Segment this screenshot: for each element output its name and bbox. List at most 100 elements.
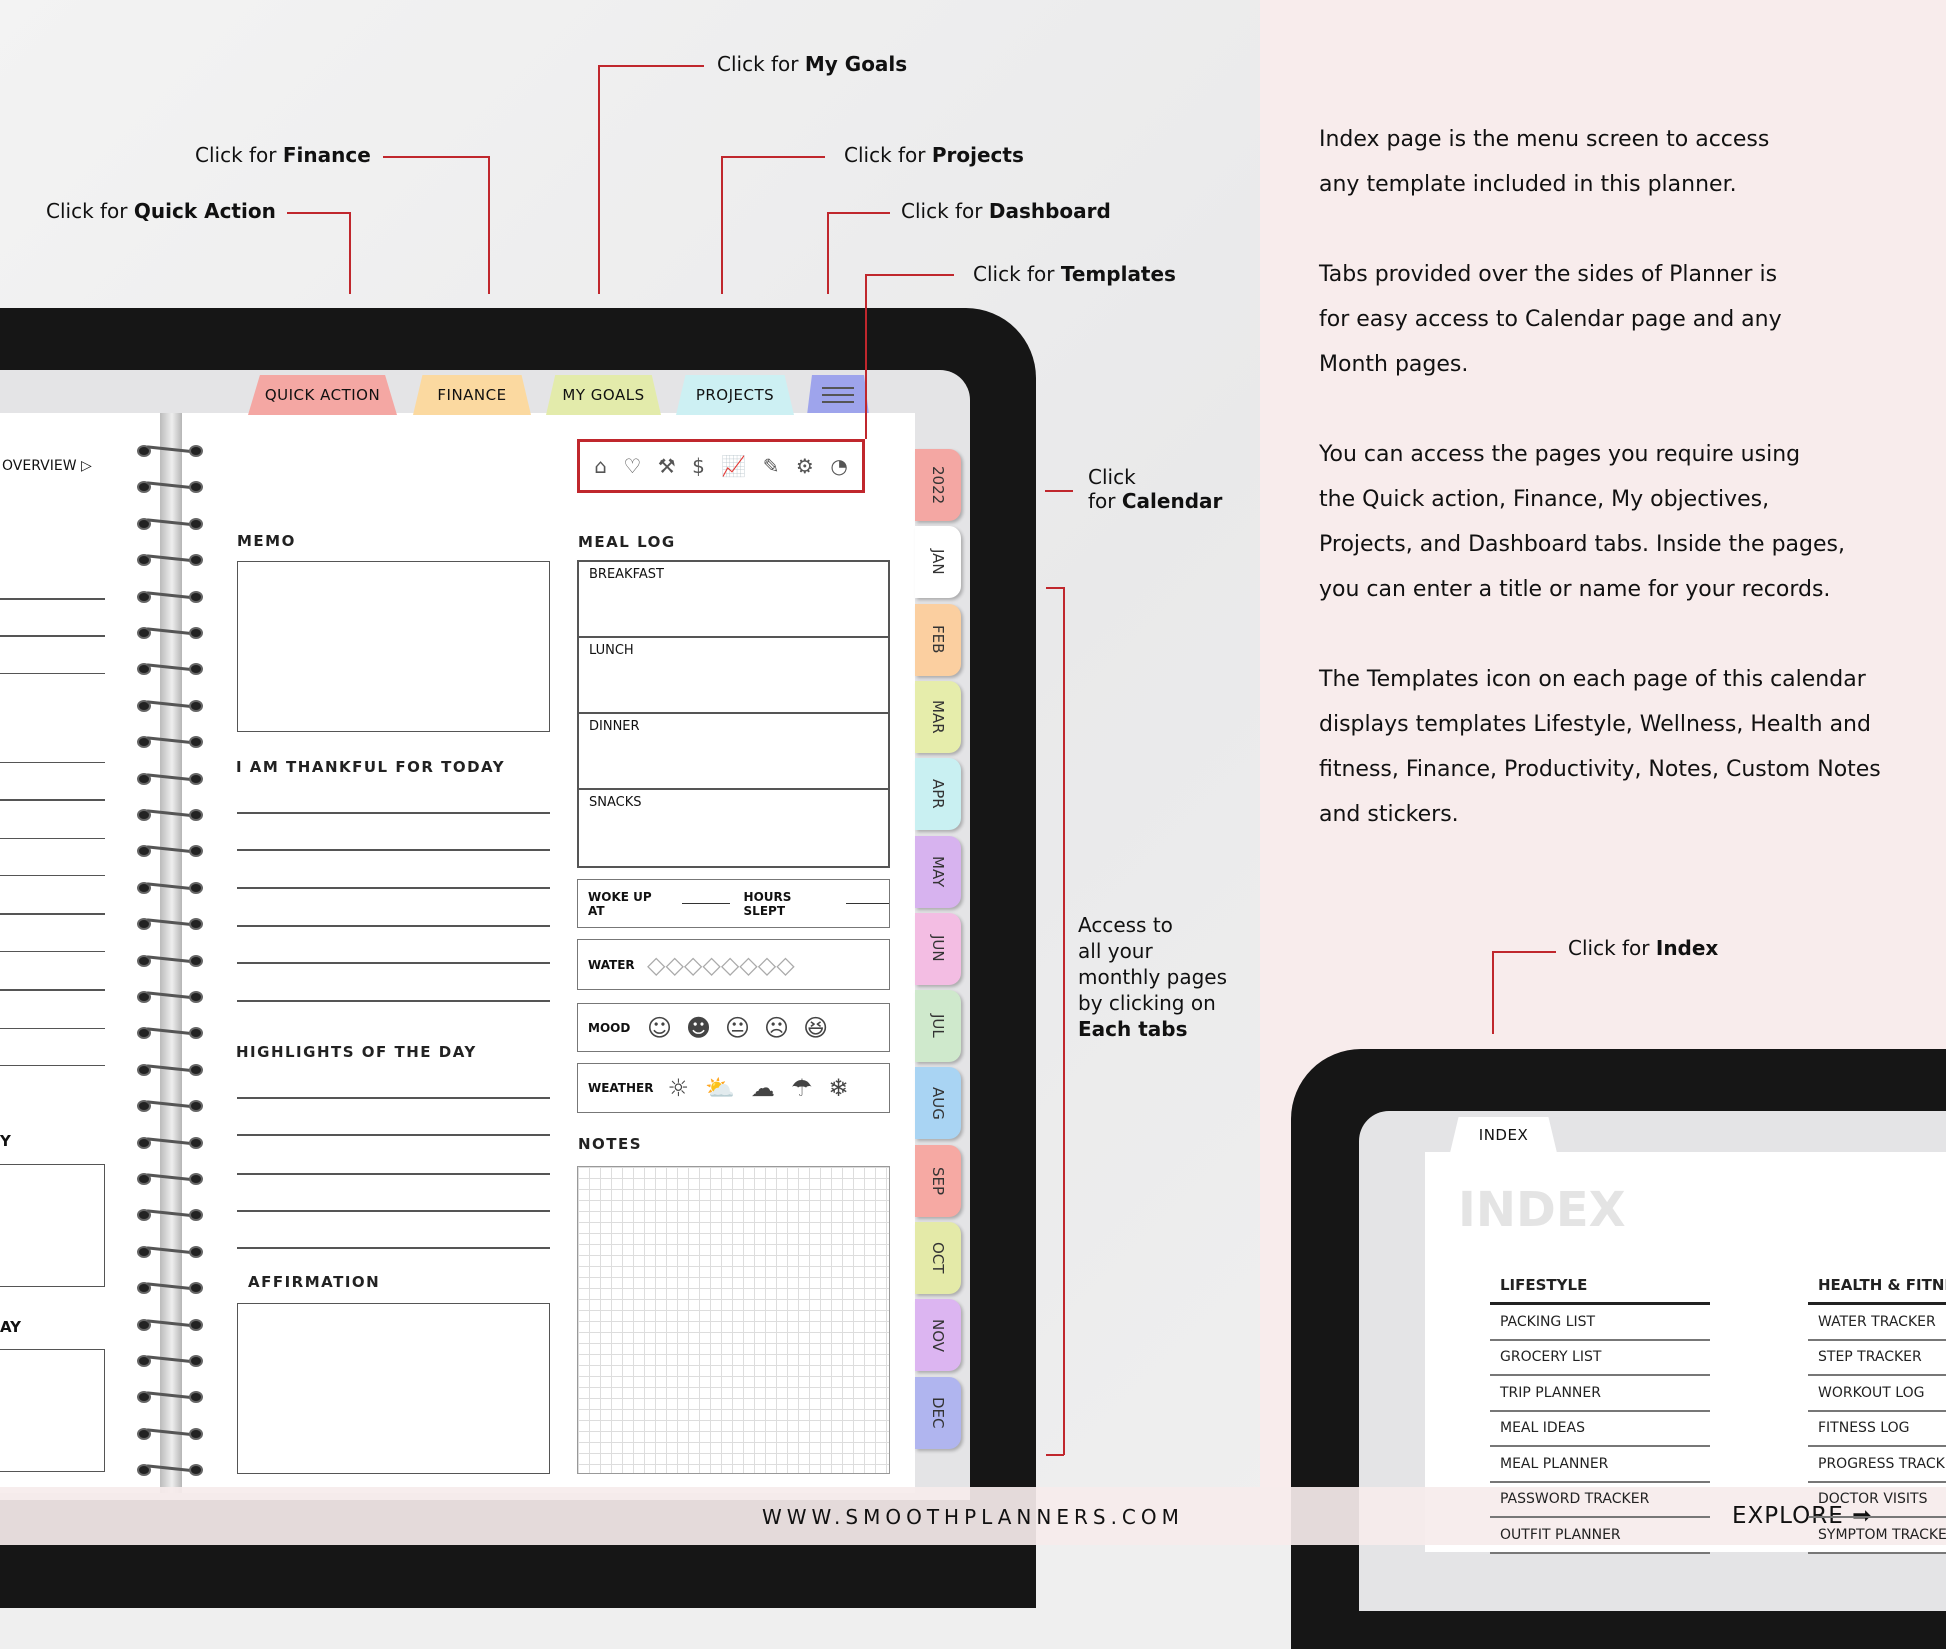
tab-my-goals[interactable]: MY GOALS — [546, 375, 661, 415]
water-drop-icons[interactable]: ◇◇◇◇◇◇◇◇ — [647, 951, 795, 979]
month-tab-dec[interactable]: DEC — [915, 1376, 961, 1449]
month-tab-jun[interactable]: JUN — [915, 912, 961, 985]
index-item[interactable]: SYMPTOM TRACKER — [1808, 1518, 1946, 1554]
thankful-line[interactable] — [237, 962, 550, 964]
spiral-ring — [137, 1098, 205, 1113]
mood-icons[interactable]: ☺☻😐☹😆 — [647, 1014, 842, 1042]
index-item[interactable]: MEAL IDEAS — [1490, 1412, 1710, 1447]
spiral-ring — [137, 1244, 205, 1258]
heart-pulse-icon[interactable]: ♡ — [623, 454, 641, 478]
writing-line — [0, 950, 105, 953]
index-item[interactable]: OUTFIT PLANNER — [1490, 1518, 1710, 1554]
highlight-line[interactable] — [237, 1247, 550, 1249]
thankful-line[interactable] — [237, 812, 550, 814]
description-line: any template included in this planner. — [1319, 172, 1737, 197]
writing-line — [0, 635, 105, 637]
highlight-line[interactable] — [237, 1210, 550, 1212]
settings-icon[interactable]: ⚙ — [796, 454, 814, 478]
highlight-line[interactable] — [237, 1173, 550, 1175]
description-line: for easy access to Calendar page and any — [1319, 307, 1782, 332]
index-item[interactable]: PASSWORD TRACKER — [1490, 1483, 1710, 1518]
meal-snacks[interactable]: SNACKS — [579, 790, 888, 866]
spiral-ring — [137, 734, 205, 749]
meal-label: LUNCH — [589, 643, 634, 658]
annotation-finance: Click for Finance — [195, 143, 371, 167]
water-tracker[interactable]: WATER ◇◇◇◇◇◇◇◇ — [577, 939, 890, 990]
meal-dinner[interactable]: DINNER — [579, 714, 888, 790]
month-tab-oct[interactable]: OCT — [915, 1222, 961, 1294]
index-item[interactable]: WATER TRACKER — [1808, 1305, 1946, 1341]
notes-grid[interactable] — [577, 1166, 890, 1474]
meal-lunch[interactable]: LUNCH — [579, 638, 888, 714]
highlight-line[interactable] — [237, 1134, 550, 1136]
writing-line — [0, 799, 105, 801]
growth-chart-icon[interactable]: 📈 — [721, 454, 746, 478]
spiral-ring — [137, 1280, 205, 1295]
index-item[interactable]: WORKOUT LOG — [1808, 1376, 1946, 1412]
thankful-line[interactable] — [237, 1000, 550, 1002]
sticker-icon[interactable]: ◔ — [830, 454, 847, 478]
thankful-line[interactable] — [237, 925, 550, 927]
notes-icon[interactable]: ✎ — [763, 454, 780, 478]
month-tab-sep[interactable]: SEP — [915, 1144, 961, 1217]
month-tab-apr[interactable]: APR — [915, 758, 961, 831]
index-item[interactable]: GROCERY LIST — [1490, 1341, 1710, 1376]
month-tab-feb[interactable]: FEB — [915, 603, 961, 676]
month-tab-aug[interactable]: AUG — [915, 1067, 961, 1140]
dashboard-menu-tab[interactable] — [807, 375, 869, 415]
index-item[interactable]: PROGRESS TRACKER — [1808, 1447, 1946, 1483]
tab-quick-action[interactable]: QUICK ACTION — [248, 375, 397, 415]
overview-link[interactable]: OVERVIEW ▷ — [2, 458, 92, 474]
annotation-line: all your — [1078, 939, 1153, 963]
spiral-ring — [137, 989, 205, 1003]
spiral-ring — [137, 625, 205, 639]
month-tab-nov[interactable]: NOV — [915, 1299, 961, 1372]
index-item[interactable]: PACKING LIST — [1490, 1305, 1710, 1341]
description-text: Index page is the menu screen to access a… — [1319, 117, 1939, 837]
highlight-line[interactable] — [237, 1097, 550, 1099]
index-item[interactable]: TRIP PLANNER — [1490, 1376, 1710, 1412]
index-item[interactable]: STEP TRACKER — [1808, 1341, 1946, 1376]
dumbbell-icon[interactable]: ⚒ — [658, 454, 676, 478]
annotation-dashboard: Click for Dashboard — [901, 199, 1111, 223]
month-tab-jul[interactable]: JUL — [915, 990, 961, 1063]
spiral-ring — [137, 1025, 205, 1040]
meal-label: DINNER — [589, 719, 640, 734]
memo-field[interactable] — [237, 561, 550, 732]
spiral-ring — [137, 1317, 205, 1331]
description-line: Month pages. — [1319, 352, 1469, 377]
meal-breakfast[interactable]: BREAKFAST — [579, 562, 888, 638]
weather-icons[interactable]: ☼⛅☁☂❄ — [667, 1074, 864, 1102]
spiral-ring — [137, 552, 205, 567]
tab-projects[interactable]: PROJECTS — [676, 375, 794, 415]
mood-tracker[interactable]: MOOD ☺☻😐☹😆 — [577, 1003, 890, 1052]
home-icon[interactable]: ⌂ — [594, 454, 607, 478]
money-bag-icon[interactable]: $ — [692, 454, 705, 478]
weather-tracker[interactable]: WEATHER ☼⛅☁☂❄ — [577, 1063, 890, 1113]
spiral-ring — [137, 1353, 205, 1367]
month-tab-may[interactable]: MAY — [915, 835, 961, 908]
description-line: Index page is the menu screen to access — [1319, 127, 1770, 152]
affirmation-field[interactable] — [237, 1303, 550, 1474]
index-title: INDEX — [1458, 1182, 1626, 1238]
month-tab-jan[interactable]: JAN — [915, 526, 961, 599]
index-item[interactable]: DOCTOR VISITS — [1808, 1483, 1946, 1518]
highlights-label: HIGHLIGHTS OF THE DAY — [236, 1043, 477, 1061]
month-tab-mar[interactable]: MAR — [915, 680, 961, 753]
description-line: displays templates Lifestyle, Wellness, … — [1319, 712, 1871, 737]
sleep-tracker[interactable]: WOKE UP AT HOURS SLEPT — [577, 879, 890, 928]
description-line: Projects, and Dashboard tabs. Inside the… — [1319, 532, 1845, 557]
index-item[interactable]: MEAL PLANNER — [1490, 1447, 1710, 1483]
index-tab[interactable]: INDEX — [1450, 1117, 1557, 1153]
website-link[interactable]: WWW.SMOOTHPLANNERS.COM — [762, 1505, 1184, 1529]
index-item[interactable]: FITNESS LOG — [1808, 1412, 1946, 1447]
tab-finance[interactable]: FINANCE — [413, 375, 531, 415]
thankful-line[interactable] — [237, 887, 550, 889]
writing-line — [0, 913, 105, 915]
memo-label: MEMO — [237, 532, 296, 550]
left-label: AY — [0, 1318, 22, 1336]
description-line: You can access the pages you require usi… — [1319, 442, 1801, 467]
spiral-ring — [137, 1207, 205, 1222]
thankful-line[interactable] — [237, 849, 550, 851]
month-tab-2022[interactable]: 2022 — [915, 449, 961, 521]
